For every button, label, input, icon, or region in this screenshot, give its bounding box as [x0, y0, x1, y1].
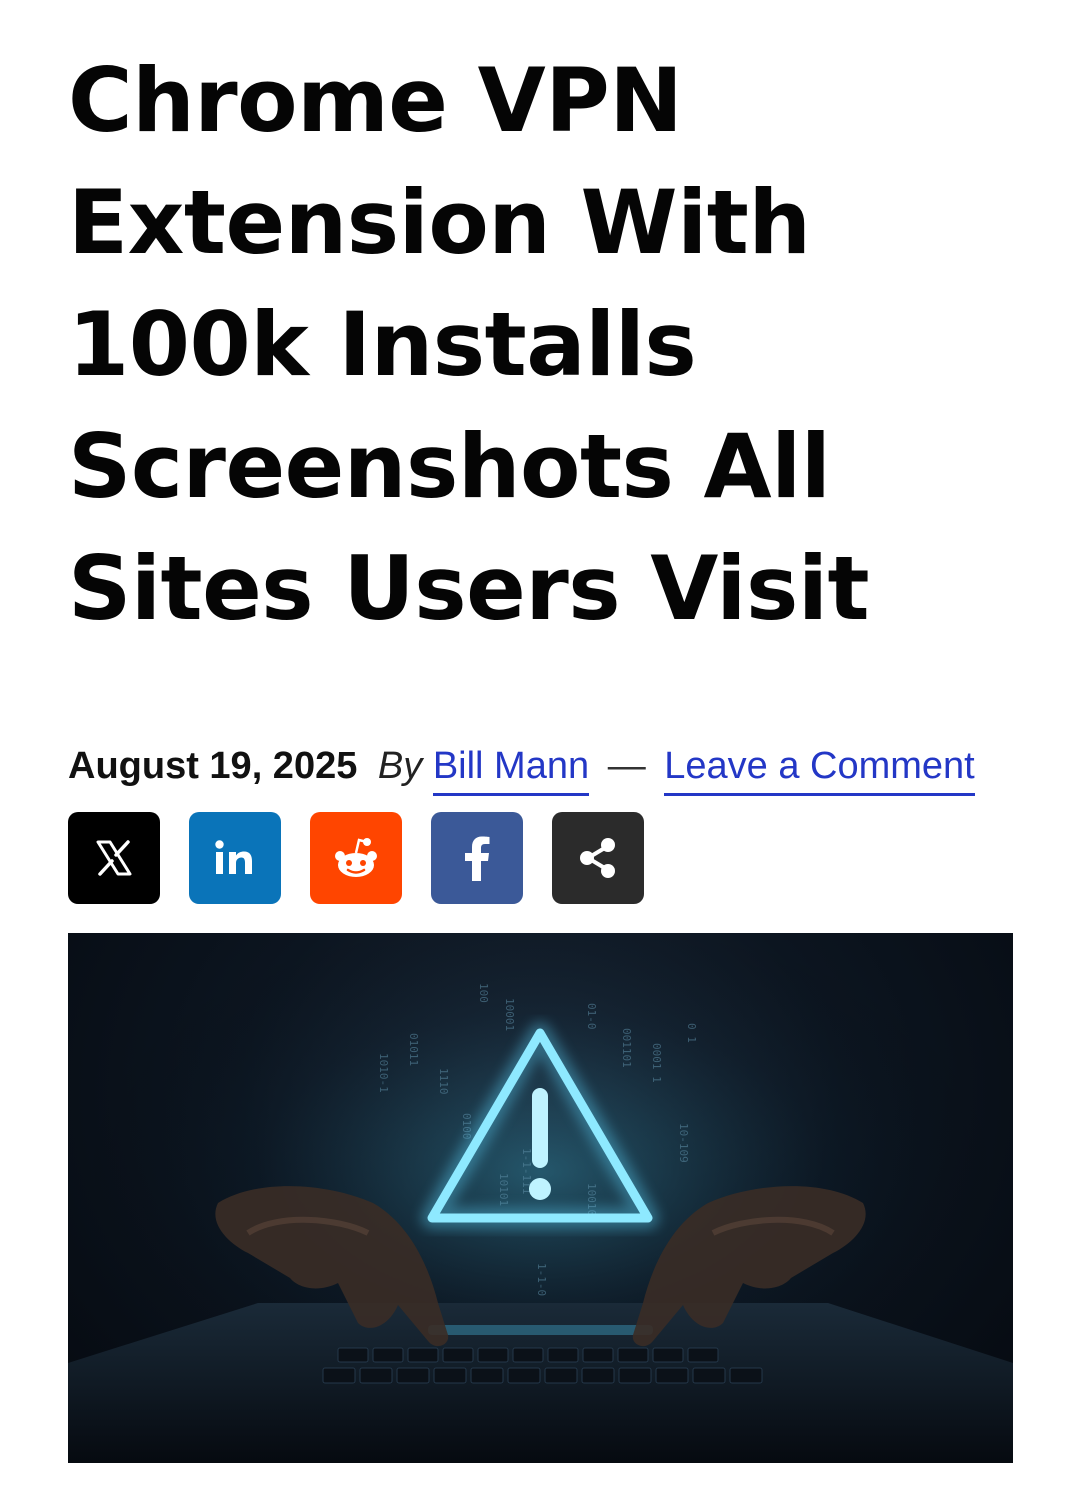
svg-text:01011: 01011 — [407, 1033, 420, 1066]
title-line: Screenshots All — [68, 415, 831, 518]
facebook-icon — [465, 836, 490, 881]
svg-text:10101: 10101 — [497, 1173, 510, 1206]
svg-text:0001 1: 0001 1 — [650, 1043, 663, 1083]
title-line: Chrome VPN — [68, 49, 683, 152]
share-generic-button[interactable] — [552, 812, 644, 904]
svg-text:001101: 001101 — [620, 1028, 633, 1068]
title-line: Sites Users Visit — [68, 537, 870, 640]
reddit-icon — [335, 838, 377, 877]
title-line: Extension With — [68, 171, 811, 274]
svg-text:10-109: 10-109 — [677, 1123, 690, 1163]
share-linkedin-button[interactable] — [189, 812, 281, 904]
svg-text:01-0: 01-0 — [585, 1003, 598, 1030]
by-label: By — [377, 745, 423, 787]
article: Chrome VPN Extension With 100k Installs … — [68, 40, 1013, 1463]
share-x-button[interactable] — [68, 812, 160, 904]
author-link[interactable]: Bill Mann — [432, 745, 590, 796]
x-logo-icon — [96, 840, 132, 876]
article-title: Chrome VPN Extension With 100k Installs … — [68, 40, 968, 650]
svg-text:0 1: 0 1 — [685, 1023, 698, 1043]
share-icon — [580, 838, 615, 878]
share-reddit-button[interactable] — [310, 812, 402, 904]
share-buttons — [68, 812, 644, 904]
hero-image: 1010-1 01011 1110 100 10001 01-0 001101 … — [68, 933, 1013, 1463]
svg-text:1-1-0: 1-1-0 — [535, 1263, 548, 1296]
meta-separator: — — [607, 745, 646, 787]
linkedin-icon — [215, 840, 252, 874]
svg-text:1010-1: 1010-1 — [377, 1053, 390, 1093]
svg-text:1110: 1110 — [437, 1068, 450, 1095]
svg-text:10001: 10001 — [503, 998, 516, 1031]
leave-comment-link[interactable]: Leave a Comment — [664, 745, 975, 796]
publish-date: August 19, 2025 — [68, 745, 358, 787]
share-facebook-button[interactable] — [431, 812, 523, 904]
svg-text:100: 100 — [477, 983, 490, 1003]
warning-hero-illustration: 1010-1 01011 1110 100 10001 01-0 001101 … — [68, 933, 1013, 1463]
article-meta: August 19, 2025 By Bill Mann — Leave a C… — [68, 740, 975, 796]
title-line: 100k Installs — [68, 293, 697, 396]
